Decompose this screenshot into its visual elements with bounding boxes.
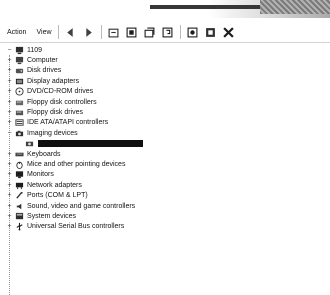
title-bar-stripe	[150, 5, 260, 9]
device-tree: − 1109 + Computer + Disk drives + Displa…	[0, 45, 330, 295]
tree-item-imaging-child-selected[interactable]	[0, 139, 330, 149]
tree-item-floppy-controllers[interactable]: + Floppy disk controllers	[0, 97, 330, 107]
expander-icon[interactable]: +	[6, 171, 13, 178]
usb-icon	[15, 222, 24, 231]
expander-icon[interactable]: +	[6, 99, 13, 106]
expander-icon[interactable]: +	[6, 223, 13, 230]
display-icon	[15, 77, 24, 86]
root-expander[interactable]: −	[6, 47, 13, 54]
tree-item-system-devices[interactable]: + System devices	[0, 211, 330, 221]
system-icon	[15, 212, 24, 221]
tree-item-mice[interactable]: + Mice and other pointing devices	[0, 159, 330, 169]
dvd-icon	[15, 87, 24, 96]
keyboard-icon	[15, 150, 24, 159]
expander-icon[interactable]: −	[6, 130, 13, 137]
toolbar-separator	[100, 25, 102, 39]
help-icon[interactable]	[162, 26, 174, 38]
floppy-icon	[15, 108, 24, 117]
menu-view[interactable]: View	[33, 29, 54, 36]
toolbar-separator	[57, 25, 59, 39]
tree-item-label: Disk drives	[27, 67, 62, 75]
tree-item-label: Network adapters	[27, 181, 82, 189]
expander-icon[interactable]: +	[6, 161, 13, 168]
disable-icon[interactable]	[223, 26, 235, 38]
tree-item-label: DVD/CD-ROM drives	[27, 88, 94, 96]
tree-item-computer[interactable]: + Computer	[0, 55, 330, 65]
expander-icon[interactable]: +	[6, 57, 13, 64]
port-icon	[15, 191, 24, 200]
tree-item-label: Keyboards	[27, 150, 61, 158]
tree-item-dvd-drives[interactable]: + DVD/CD-ROM drives	[0, 87, 330, 97]
tree-item-keyboards[interactable]: + Keyboards	[0, 149, 330, 159]
tree-item-imaging-devices[interactable]: − Imaging devices	[0, 128, 330, 138]
tree-root-label: 1109	[27, 46, 43, 54]
expander-icon[interactable]: +	[6, 182, 13, 189]
tree-item-disk-drives[interactable]: + Disk drives	[0, 66, 330, 76]
tree-item-label: Monitors	[27, 171, 54, 179]
monitor-icon	[15, 170, 24, 179]
toolbar-separator	[179, 25, 181, 39]
computer-icon	[15, 56, 24, 65]
expander-icon[interactable]: +	[6, 203, 13, 210]
expander-icon[interactable]: +	[6, 78, 13, 85]
properties-icon[interactable]	[126, 26, 138, 38]
forward-icon[interactable]	[83, 26, 95, 38]
mouse-icon	[15, 160, 24, 169]
expander-icon[interactable]: +	[6, 88, 13, 95]
computer-icon	[15, 46, 24, 55]
refresh-icon[interactable]	[144, 26, 156, 38]
expander-icon[interactable]: +	[6, 192, 13, 199]
tree-item-label: IDE ATA/ATAPI controllers	[27, 119, 109, 127]
uninstall-icon[interactable]	[205, 26, 217, 38]
camera-icon	[25, 139, 34, 148]
expander-icon[interactable]: +	[6, 213, 13, 220]
scan-icon[interactable]	[187, 26, 199, 38]
tree-item-label: Ports (COM & LPT)	[27, 192, 88, 200]
tree-item-usb-controllers[interactable]: + Universal Serial Bus controllers	[0, 222, 330, 232]
tree-item-ide-controllers[interactable]: + IDE ATA/ATAPI controllers	[0, 118, 330, 128]
selected-device-highlight[interactable]	[38, 140, 143, 148]
expander-icon[interactable]: +	[6, 67, 13, 74]
toolbar: Action View	[0, 22, 330, 43]
tree-item-sound-video[interactable]: + Sound, video and game controllers	[0, 201, 330, 211]
tree-item-label: Sound, video and game controllers	[27, 202, 136, 210]
sound-icon	[15, 202, 24, 211]
tree-item-label: Mice and other pointing devices	[27, 160, 126, 168]
network-icon	[15, 181, 24, 190]
disk-icon	[15, 66, 24, 75]
ide-icon	[15, 118, 24, 127]
tree-item-ports[interactable]: + Ports (COM & LPT)	[0, 190, 330, 200]
tree-item-monitors[interactable]: + Monitors	[0, 170, 330, 180]
window-title-bar	[0, 0, 330, 18]
menu-action[interactable]: Action	[4, 29, 29, 36]
tree-item-label: Floppy disk drives	[27, 109, 84, 117]
expander-icon[interactable]: +	[6, 151, 13, 158]
tree-item-display-adapters[interactable]: + Display adapters	[0, 76, 330, 86]
tree-item-label: System devices	[27, 212, 77, 220]
camera-icon	[15, 129, 24, 138]
tree-item-label: Imaging devices	[27, 129, 78, 137]
floppy-icon	[15, 98, 24, 107]
tree-item-label: Display adapters	[27, 77, 80, 85]
tree-root[interactable]: − 1109	[0, 45, 330, 55]
expander-icon[interactable]: +	[6, 109, 13, 116]
up-icon[interactable]	[108, 26, 120, 38]
back-icon[interactable]	[65, 26, 77, 38]
title-bar-controls	[260, 0, 330, 14]
expander-icon[interactable]: +	[6, 119, 13, 126]
tree-item-label: Computer	[27, 57, 58, 65]
tree-item-network-adapters[interactable]: + Network adapters	[0, 180, 330, 190]
tree-item-label: Universal Serial Bus controllers	[27, 223, 125, 231]
tree-item-floppy-drives[interactable]: + Floppy disk drives	[0, 107, 330, 117]
tree-item-label: Floppy disk controllers	[27, 98, 97, 106]
